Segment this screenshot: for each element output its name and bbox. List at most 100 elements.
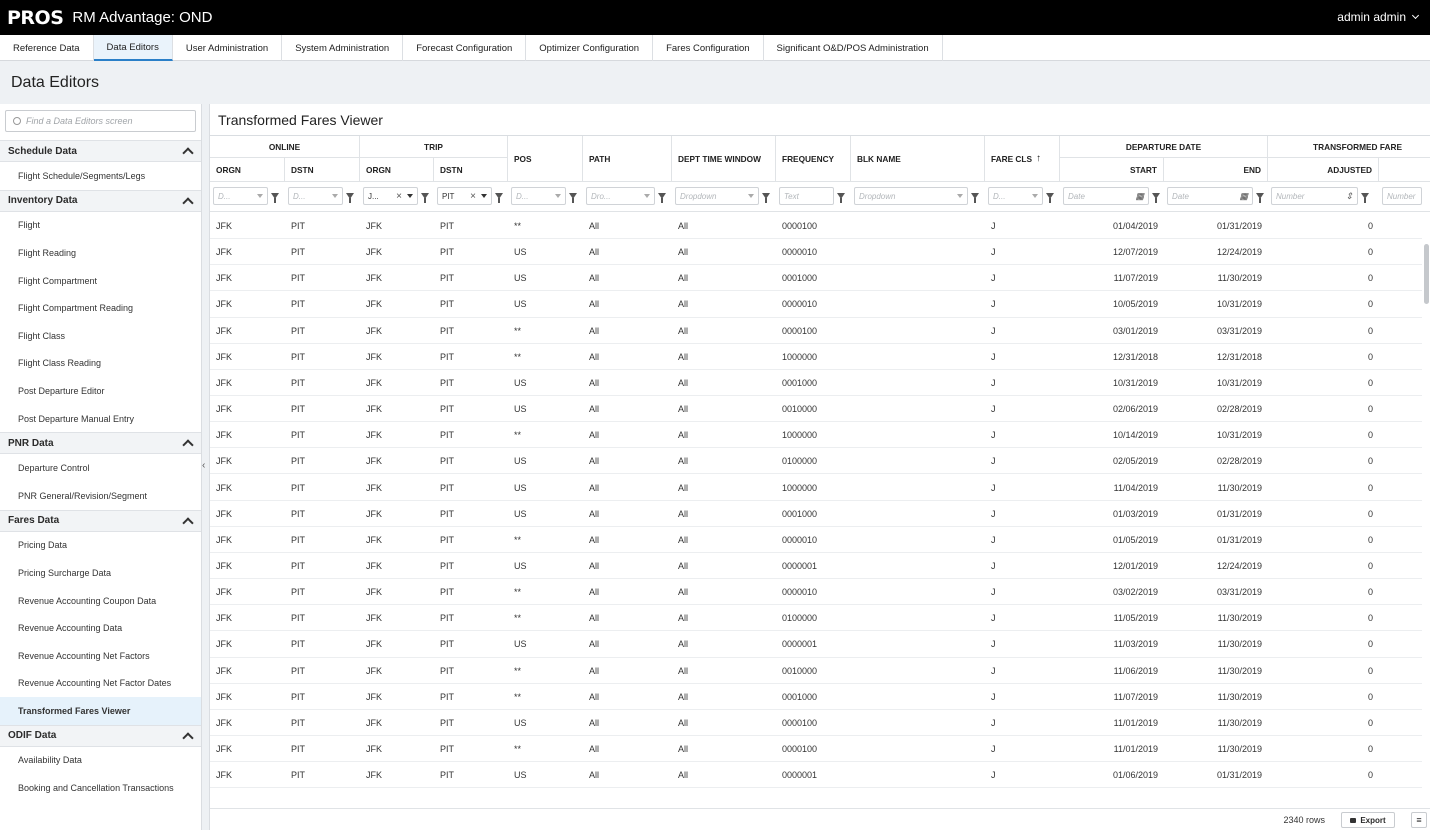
sidebar-item[interactable]: Pricing Data <box>0 532 201 560</box>
table-row[interactable]: JFK PIT JFK PIT ** All All 1000000 J 12/31/2018 12… <box>210 344 1422 370</box>
chevron-up-icon[interactable] <box>182 439 194 452</box>
filter-fare-cls-input[interactable]: D... <box>988 187 1043 205</box>
filter-dept-time-window-input[interactable]: Dropdown <box>675 187 759 205</box>
column-header-trip-dstn[interactable]: DSTN <box>434 158 508 182</box>
table-row[interactable]: JFK PIT JFK PIT US All All 0001000 J 10/31/2019 10… <box>210 370 1422 397</box>
table-row[interactable]: JFK PIT JFK PIT ** All All 0001000 J 11/07/2019 11… <box>210 684 1422 710</box>
filter-icon[interactable] <box>495 193 503 203</box>
table-row[interactable]: JFK PIT JFK PIT US All All 0100000 J 02/05/2019 02… <box>210 448 1422 475</box>
chevron-down-icon[interactable] <box>748 194 754 198</box>
chevron-down-icon[interactable] <box>644 194 650 198</box>
column-header-end[interactable]: END <box>1164 158 1268 182</box>
menu-icon[interactable]: ≡ <box>1411 812 1427 828</box>
nav-tab[interactable]: Forecast Configuration <box>403 35 527 61</box>
nav-tab[interactable]: Fares Configuration <box>653 35 764 61</box>
table-row[interactable]: JFK PIT JFK PIT ** All All 0000100 J 01/04/2019 01… <box>210 213 1422 240</box>
sidebar-item[interactable]: Pricing Surcharge Data <box>0 559 201 587</box>
sidebar-item[interactable]: Revenue Accounting Data <box>0 614 201 642</box>
sidebar-item[interactable]: Flight <box>0 212 201 240</box>
sidebar-item[interactable]: Departure Control <box>0 454 201 482</box>
nav-tab[interactable]: Reference Data <box>0 35 94 61</box>
column-header-trip-orgn[interactable]: ORGN <box>360 158 434 182</box>
table-row[interactable]: JFK PIT JFK PIT US All All 1000000 J 11/04/2019 11… <box>210 475 1422 501</box>
filter-trip-dstn-input[interactable]: PIT × <box>437 187 492 205</box>
chevron-down-icon[interactable] <box>957 194 963 198</box>
column-header-pos[interactable]: POS <box>508 136 583 182</box>
sidebar-item[interactable]: Flight Class <box>0 322 201 350</box>
sidebar-section-header[interactable]: Fares Data <box>0 509 201 532</box>
table-row[interactable]: JFK PIT JFK PIT US All All 0010000 J 02/06/2019 02… <box>210 396 1422 423</box>
column-header-start[interactable]: START <box>1060 158 1164 182</box>
filter-icon[interactable] <box>837 193 845 203</box>
table-row[interactable]: JFK PIT JFK PIT US All All 0000001 J 11/03/2019 11… <box>210 631 1422 658</box>
chevron-down-icon[interactable] <box>555 194 561 198</box>
filter-frequency-input[interactable]: Text <box>779 187 834 205</box>
table-row[interactable]: JFK PIT JFK PIT ** All All 0000010 J 01/05/2019 01… <box>210 527 1422 553</box>
chevron-down-icon[interactable] <box>481 194 487 198</box>
filter-icon[interactable] <box>1361 193 1369 203</box>
nav-tab[interactable]: Significant O&D/POS Administration <box>764 35 943 61</box>
chevron-up-icon[interactable] <box>182 196 194 209</box>
table-row[interactable]: JFK PIT JFK PIT US All All 0000010 J 12/07/2019 12… <box>210 239 1422 266</box>
table-row[interactable]: JFK PIT JFK PIT ** All All 1000000 J 10/14/2019 10… <box>210 422 1422 449</box>
column-header-orgn[interactable]: ORGN <box>210 158 285 182</box>
filter-icon[interactable] <box>1152 193 1160 203</box>
filter-icon[interactable] <box>1256 193 1264 203</box>
sidebar-item[interactable]: Post Departure Manual Entry <box>0 405 201 433</box>
filter-path-input[interactable]: Dro... <box>586 187 655 205</box>
filter-trip-orgn-input[interactable]: J... × <box>363 187 418 205</box>
sidebar-item[interactable]: Revenue Accounting Net Factor Dates <box>0 670 201 698</box>
chevron-down-icon[interactable] <box>257 194 263 198</box>
number-stepper-icon[interactable]: ⇕ <box>1345 191 1353 202</box>
calendar-icon[interactable]: ▦ <box>1239 191 1248 202</box>
chevron-down-icon[interactable] <box>407 194 413 198</box>
export-button[interactable]: Export <box>1341 812 1395 828</box>
sidebar-item[interactable]: Booking and Cancellation Transactions <box>0 774 201 802</box>
table-row[interactable]: JFK PIT JFK PIT US All All 0001000 J 01/03/2019 01… <box>210 501 1422 527</box>
filter-pos-input[interactable]: D... <box>511 187 566 205</box>
sidebar-item[interactable]: Revenue Accounting Net Factors <box>0 642 201 670</box>
column-header-blk-name[interactable]: BLK NAME <box>851 136 985 182</box>
column-header-adjusted[interactable]: ADJUSTED <box>1268 158 1379 182</box>
column-header-frequency[interactable]: FREQUENCY <box>776 136 851 182</box>
sidebar-section-header[interactable]: ODIF Data <box>0 724 201 747</box>
filter-next-input[interactable]: Number <box>1382 187 1422 205</box>
table-row[interactable]: JFK PIT JFK PIT ** All All 0000100 J 11/01/2019 11… <box>210 736 1422 763</box>
nav-tab[interactable]: System Administration <box>282 35 404 61</box>
sidebar-section-header[interactable]: PNR Data <box>0 432 201 455</box>
table-row[interactable]: JFK PIT JFK PIT US All All 0000001 J 01/06/2019 01… <box>210 762 1422 789</box>
filter-adjusted-input[interactable]: Number ⇕ <box>1271 187 1358 205</box>
sidebar-item[interactable]: Flight Reading <box>0 239 201 267</box>
filter-icon[interactable] <box>971 193 979 203</box>
filter-dstn-input[interactable]: D... <box>288 187 343 205</box>
nav-tab[interactable]: Data Editors <box>93 35 173 61</box>
clear-icon[interactable]: × <box>396 191 402 202</box>
filter-start-input[interactable]: Date ▦ <box>1063 187 1149 205</box>
filter-icon[interactable] <box>1046 193 1054 203</box>
table-row[interactable]: JFK PIT JFK PIT ** All All 0000100 J 03/01/2019 03… <box>210 318 1422 344</box>
column-header-path[interactable]: PATH <box>583 136 672 182</box>
column-header-dstn[interactable]: DSTN <box>285 158 360 182</box>
sidebar-item[interactable]: Transformed Fares Viewer <box>0 697 201 725</box>
table-row[interactable]: JFK PIT JFK PIT US All All 0001000 J 11/07/2019 11… <box>210 265 1422 292</box>
sidebar-item[interactable]: Availability Data <box>0 747 201 775</box>
sidebar-item[interactable]: Revenue Accounting Coupon Data <box>0 587 201 615</box>
calendar-icon[interactable]: ▦ <box>1135 191 1144 202</box>
sidebar-item[interactable]: Flight Compartment <box>0 267 201 295</box>
column-header-dept-time-window[interactable]: DEPT TIME WINDOW <box>672 136 776 182</box>
nav-tab[interactable]: User Administration <box>173 35 283 61</box>
sidebar-section-header[interactable]: Schedule Data <box>0 140 201 162</box>
chevron-down-icon[interactable] <box>332 194 338 198</box>
sidebar-search-input[interactable]: Find a Data Editors screen <box>5 110 196 132</box>
filter-end-input[interactable]: Date ▦ <box>1167 187 1253 205</box>
clear-icon[interactable]: × <box>470 191 476 202</box>
sidebar-section-header[interactable]: Inventory Data <box>0 189 201 212</box>
column-header-fare-cls[interactable]: FARE CLS ↑ <box>985 136 1060 182</box>
sidebar-item[interactable]: Flight Class Reading <box>0 350 201 378</box>
vertical-scrollbar[interactable] <box>1424 244 1429 304</box>
chevron-down-icon[interactable] <box>1032 194 1038 198</box>
filter-icon[interactable] <box>569 193 577 203</box>
filter-orgn-input[interactable]: D... <box>213 187 268 205</box>
sidebar-item[interactable]: PNR General/Revision/Segment <box>0 482 201 510</box>
chevron-up-icon[interactable] <box>182 516 194 529</box>
